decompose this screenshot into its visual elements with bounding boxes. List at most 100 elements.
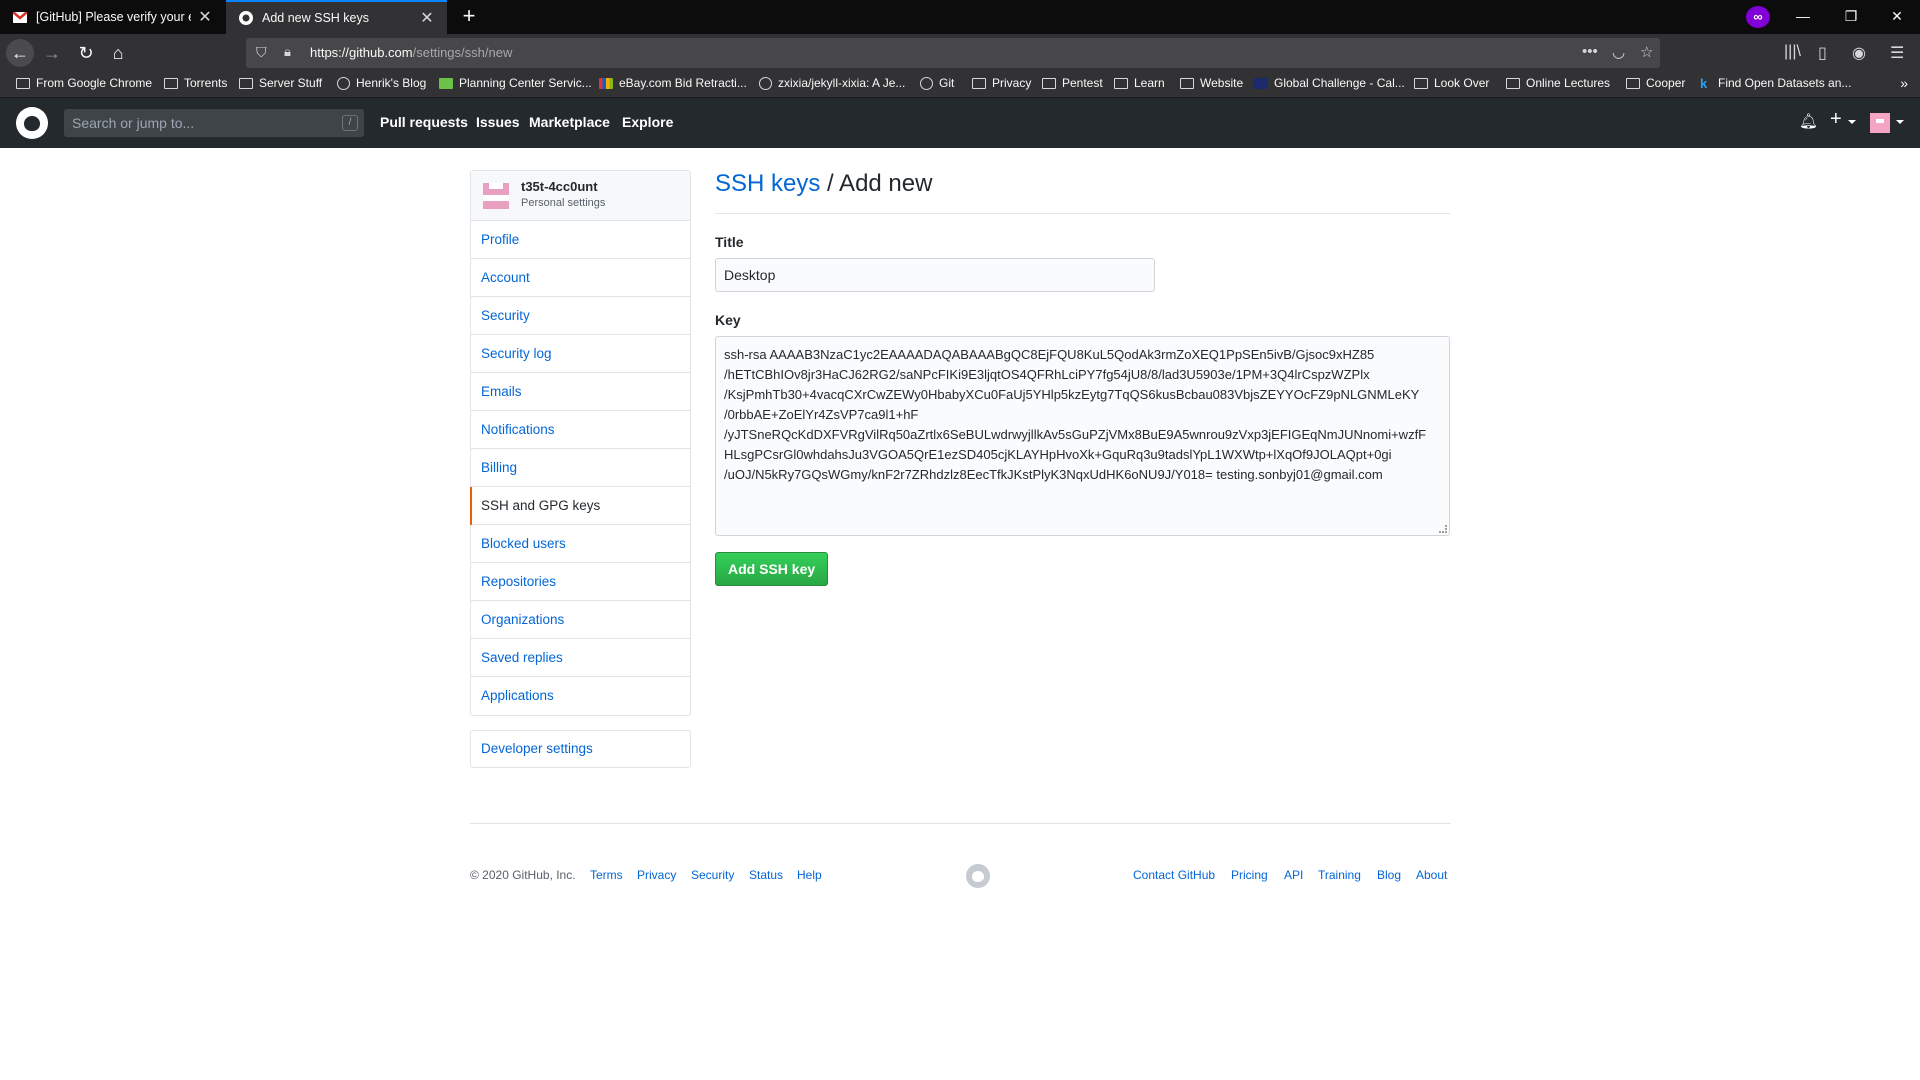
sidebar-item-notifications[interactable]: Notifications [471, 411, 690, 449]
avatar[interactable] [483, 183, 509, 209]
bookmark-item[interactable]: k Find Open Datasets an... [1700, 76, 1851, 90]
private-browsing-icon: ∞ [1746, 6, 1770, 28]
minimize-button[interactable]: — [1780, 0, 1826, 34]
add-ssh-key-button[interactable]: Add SSH key [715, 552, 829, 586]
bookmark-item[interactable]: Global Challenge - Cal... [1254, 76, 1405, 90]
nav-issues[interactable]: Issues [476, 114, 520, 130]
library-icon[interactable]: |||\ [1784, 43, 1801, 61]
bookmark-item[interactable]: Git [920, 76, 954, 90]
bookmark-item[interactable]: From Google Chrome [16, 76, 152, 90]
footer-link-security[interactable]: Security [691, 868, 734, 882]
browser-toolbar: ← → ↻ ⌂ ⛉ 🔒︎ https://github.com/settings… [0, 34, 1920, 72]
sidebar-item-billing[interactable]: Billing [471, 449, 690, 487]
forward-button[interactable]: → [38, 39, 66, 67]
menu-icon[interactable]: ☰ [1890, 43, 1904, 63]
sidebar-user-header: t35t-4cc0unt Personal settings [471, 171, 690, 221]
restore-button[interactable]: ❐ [1828, 0, 1874, 34]
key-textarea[interactable]: ssh-rsa AAAAB3NzaC1yc2EAAAADAQABAAABgQC8… [715, 336, 1450, 536]
pocket-icon[interactable]: ◡ [1612, 43, 1625, 61]
sidebar-item-account[interactable]: Account [471, 259, 690, 297]
url-text[interactable]: https://github.com/settings/ssh/new [310, 45, 512, 60]
notifications-bell-icon[interactable]: 🔔︎ [1799, 112, 1818, 130]
create-new-plus-icon[interactable]: + [1830, 108, 1842, 131]
new-tab-button[interactable]: + [456, 4, 482, 30]
bookmark-item[interactable]: Privacy [972, 76, 1031, 90]
sidebar-item-organizations[interactable]: Organizations [471, 601, 690, 639]
home-button[interactable]: ⌂ [104, 39, 132, 67]
lock-icon[interactable]: 🔒︎ [284, 44, 291, 60]
bookmark-star-icon[interactable]: ☆ [1640, 43, 1653, 61]
breadcrumb-ssh-keys-link[interactable]: SSH keys [715, 170, 820, 197]
chevron-down-icon[interactable] [1848, 120, 1856, 124]
bookmark-item[interactable]: Online Lectures [1506, 76, 1610, 90]
nav-explore[interactable]: Explore [622, 114, 673, 130]
account-icon[interactable]: ◉ [1852, 43, 1866, 63]
bookmark-item[interactable]: Learn [1114, 76, 1165, 90]
nav-pull-requests[interactable]: Pull requests [380, 114, 468, 130]
bookmark-item[interactable]: Cooper [1626, 76, 1685, 90]
bookmark-item[interactable]: Website [1180, 76, 1243, 90]
footer-link-status[interactable]: Status [749, 868, 783, 882]
nav-marketplace[interactable]: Marketplace [529, 114, 610, 130]
tab-add-ssh-keys[interactable]: Add new SSH keys ✕ [226, 0, 447, 34]
github-logo-icon[interactable] [16, 107, 48, 139]
sidebar-item-repositories[interactable]: Repositories [471, 563, 690, 601]
sidebar-item-emails[interactable]: Emails [471, 373, 690, 411]
sidebar-item-blocked-users[interactable]: Blocked users [471, 525, 690, 563]
sidebar-item-profile[interactable]: Profile [471, 221, 690, 259]
ebay-icon [599, 77, 613, 89]
github-mark-icon[interactable] [966, 864, 990, 888]
footer-link-api[interactable]: API [1284, 868, 1303, 882]
folder-icon [1414, 77, 1428, 89]
tracking-shield-icon[interactable]: ⛉ [256, 44, 267, 61]
folder-icon [164, 77, 178, 89]
sidebar-item-ssh-gpg-keys[interactable]: SSH and GPG keys [470, 487, 690, 525]
site-icon [337, 76, 350, 90]
sidebar-item-security[interactable]: Security [471, 297, 690, 335]
footer-link-pricing[interactable]: Pricing [1231, 868, 1268, 882]
folder-icon [1626, 77, 1640, 89]
footer-link-training[interactable]: Training [1318, 868, 1361, 882]
title-input[interactable]: Desktop [715, 258, 1155, 292]
bookmark-item[interactable]: eBay.com Bid Retracti... [599, 76, 747, 90]
back-button[interactable]: ← [6, 39, 34, 67]
sidebar-item-applications[interactable]: Applications [471, 677, 690, 715]
close-tab-icon[interactable]: ✕ [197, 7, 213, 27]
reload-button[interactable]: ↻ [72, 39, 100, 67]
bookmark-item[interactable]: Planning Center Servic... [439, 76, 592, 90]
bookmark-item[interactable]: Torrents [164, 76, 227, 90]
sidebar-item-security-log[interactable]: Security log [471, 335, 690, 373]
footer-link-terms[interactable]: Terms [590, 868, 623, 882]
footer-link-privacy[interactable]: Privacy [637, 868, 676, 882]
tab-title: Add new SSH keys [262, 11, 369, 25]
sidebar-item-developer-settings[interactable]: Developer settings [470, 730, 691, 768]
add-ssh-key-form: SSH keys / Add new Title Desktop Key ssh… [715, 170, 1450, 586]
page-footer: © 2020 GitHub, Inc. Terms Privacy Securi… [470, 823, 1451, 888]
kaggle-icon: k [1700, 75, 1708, 91]
bookmark-item[interactable]: Look Over [1414, 76, 1489, 90]
chevron-right-icon[interactable]: » [1900, 75, 1908, 91]
search-input[interactable]: Search or jump to... / [64, 109, 364, 137]
address-bar[interactable]: ⛉ 🔒︎ https://github.com/settings/ssh/new… [246, 38, 1660, 68]
user-avatar[interactable] [1870, 113, 1890, 133]
chevron-down-icon[interactable] [1896, 120, 1904, 124]
footer-link-help[interactable]: Help [797, 868, 822, 882]
bookmark-item[interactable]: Henrik's Blog [337, 76, 426, 90]
footer-link-about[interactable]: About [1416, 868, 1447, 882]
folder-icon [972, 77, 986, 89]
footer-link-contact[interactable]: Contact GitHub [1133, 868, 1215, 882]
key-label: Key [715, 312, 741, 328]
resize-grip-icon[interactable] [1439, 525, 1447, 533]
bookmark-item[interactable]: Pentest [1042, 76, 1103, 90]
tab-gmail[interactable]: [GitHub] Please verify your em ✕ [0, 0, 225, 34]
bookmark-item[interactable]: Server Stuff [239, 76, 322, 90]
sidebar-item-saved-replies[interactable]: Saved replies [471, 639, 690, 677]
bookmark-item[interactable]: zxixia/jekyll-xixia: A Je... [759, 76, 905, 90]
page-actions-icon[interactable]: ••• [1582, 43, 1598, 60]
github-header: Search or jump to... / Pull requests Iss… [0, 98, 1920, 148]
close-window-button[interactable]: ✕ [1874, 0, 1920, 34]
sidebar-icon[interactable]: ▯ [1818, 43, 1827, 63]
footer-link-blog[interactable]: Blog [1377, 868, 1401, 882]
close-tab-icon[interactable]: ✕ [419, 8, 435, 28]
username[interactable]: t35t-4cc0unt [521, 179, 598, 194]
